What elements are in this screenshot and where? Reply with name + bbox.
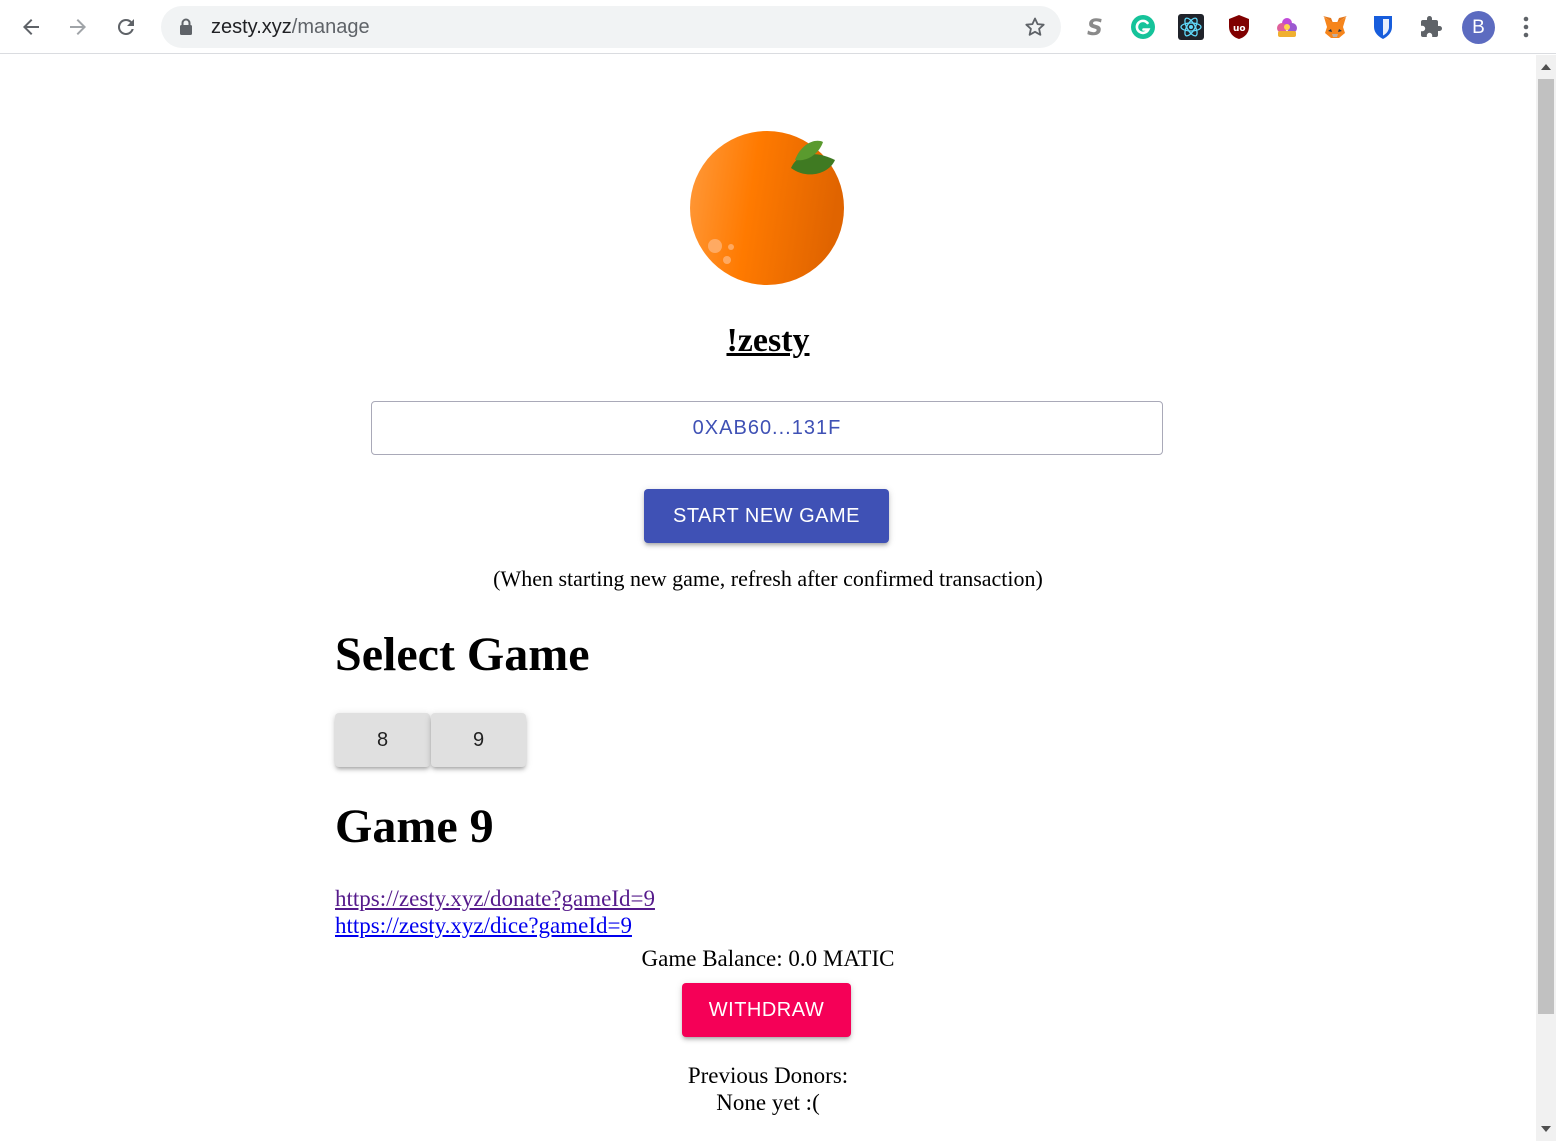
back-button[interactable] [12, 8, 50, 46]
extension-flower-button[interactable] [1271, 11, 1303, 43]
select-game-heading: Select Game [335, 628, 590, 681]
game-selector: 8 9 [335, 713, 527, 767]
profile-avatar[interactable]: B [1462, 11, 1495, 44]
back-arrow-icon [23, 19, 39, 35]
scroll-down-arrow[interactable] [1541, 1126, 1551, 1132]
reload-icon [117, 18, 134, 35]
grammarly-icon [1131, 15, 1155, 39]
previous-donors-label: Previous Donors: [687, 1063, 849, 1088]
url-text: zesty.xyz/manage [211, 6, 370, 48]
bitwarden-button[interactable] [1367, 11, 1399, 43]
svg-text:S: S [1087, 16, 1103, 39]
extensions-button[interactable] [1415, 11, 1447, 43]
url-host: zesty.xyz [211, 16, 292, 38]
brand-title[interactable]: !zesty [0, 322, 1536, 360]
browser-menu-button[interactable] [1512, 12, 1540, 42]
scroll-thumb[interactable] [1538, 79, 1554, 1014]
wallet-address-box[interactable]: 0XAB60...131F [371, 401, 1163, 455]
dice-link[interactable]: https://zesty.xyz/dice?gameId=9 [335, 913, 632, 939]
puzzle-icon [1421, 16, 1442, 37]
forward-arrow-icon [70, 19, 86, 35]
start-new-game-button[interactable]: START NEW GAME [644, 489, 889, 543]
extension-s-button[interactable]: S [1079, 11, 1111, 43]
withdraw-button[interactable]: WITHDRAW [682, 983, 851, 1037]
svg-text:uo: uo [1233, 24, 1246, 34]
reload-button[interactable] [107, 8, 145, 46]
kebab-menu-icon [1523, 16, 1529, 38]
donate-link[interactable]: https://zesty.xyz/donate?gameId=9 [335, 886, 655, 912]
game-balance: Game Balance: 0.0 MATIC [641, 946, 895, 971]
ublock-icon: uo [1229, 15, 1249, 39]
forward-button[interactable] [59, 8, 97, 46]
address-bar[interactable]: zesty.xyz/manage [161, 6, 1061, 48]
extension-flower-icon [1277, 18, 1297, 37]
url-path: /manage [291, 16, 370, 38]
extension-s-icon: S [1087, 16, 1103, 39]
game-heading: Game 9 [335, 800, 494, 853]
lock-icon [180, 18, 192, 35]
page-scrollbar[interactable] [1536, 55, 1556, 1141]
orange-logo-icon [690, 131, 844, 285]
metamask-icon [1323, 16, 1347, 38]
metamask-button[interactable] [1319, 11, 1351, 43]
react-devtools-button[interactable] [1175, 11, 1207, 43]
game-button-9[interactable]: 9 [431, 713, 526, 767]
grammarly-button[interactable] [1127, 11, 1159, 43]
game-button-8[interactable]: 8 [335, 713, 430, 767]
star-icon[interactable] [1023, 15, 1047, 39]
react-devtools-icon [1178, 14, 1204, 40]
bitwarden-icon [1374, 16, 1392, 39]
ublock-button[interactable]: uo [1223, 11, 1255, 43]
scroll-up-arrow[interactable] [1541, 64, 1551, 70]
no-donors-text: None yet :( [716, 1090, 820, 1115]
browser-toolbar: zesty.xyz/manage S uo B [0, 0, 1556, 54]
start-game-note: (When starting new game, refresh after c… [493, 566, 1043, 591]
